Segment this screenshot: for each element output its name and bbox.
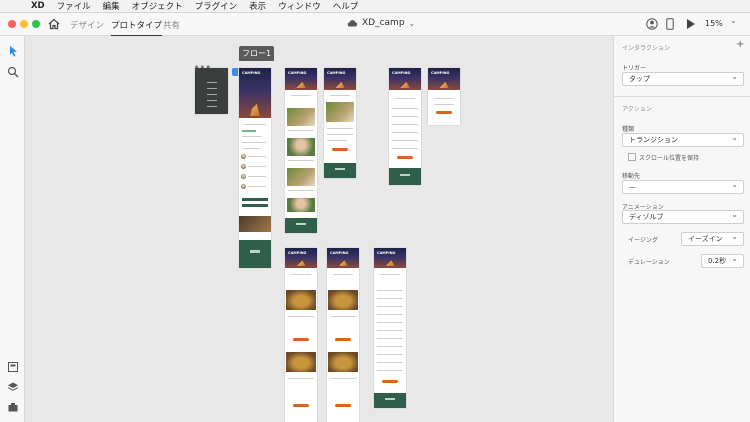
artboard-items-2[interactable]: CAMPING xyxy=(327,248,359,422)
menubar: XD ファイル 編集 オブジェクト プラグイン 表示 ウィンドウ ヘルプ xyxy=(0,0,750,13)
play-icon[interactable] xyxy=(686,18,696,30)
tab-share[interactable]: 共有 xyxy=(163,19,180,31)
trigger-select[interactable]: タップ xyxy=(622,71,744,86)
artboard-items-1[interactable]: CAMPING xyxy=(285,248,317,422)
divider xyxy=(614,96,750,97)
menu-edit[interactable]: 編集 xyxy=(103,0,120,12)
artboard-article[interactable]: CAMPING xyxy=(374,248,406,408)
menu-plugins[interactable]: プラグイン xyxy=(195,0,238,12)
artboard-thanks[interactable]: CAMPING xyxy=(428,68,460,125)
document-title-text: XD_camp xyxy=(362,18,405,28)
tool-rail xyxy=(0,36,25,422)
menu-window[interactable]: ウィンドウ xyxy=(278,0,321,12)
easing-label: イージング xyxy=(628,237,658,244)
user-icon[interactable] xyxy=(646,18,658,30)
preserve-scroll-label: スクロール位置を保持 xyxy=(639,155,700,162)
home-icon[interactable] xyxy=(48,18,60,30)
trigger-label: トリガー xyxy=(622,65,647,72)
animation-select[interactable]: ディゾルブ xyxy=(622,209,744,224)
zoom-level[interactable]: 15% xyxy=(705,19,723,28)
canvas[interactable]: ● ● ● xyxy=(25,36,613,422)
menu-help[interactable]: ヘルプ xyxy=(333,0,359,12)
menu-view[interactable]: 表示 xyxy=(249,0,266,12)
preserve-scroll-checkbox[interactable] xyxy=(628,153,636,161)
minimize-window-button[interactable] xyxy=(20,20,28,28)
artboard-menu[interactable] xyxy=(195,68,228,114)
zoom-tool-icon[interactable] xyxy=(7,66,19,78)
zoom-window-button[interactable] xyxy=(32,20,40,28)
menu-xd[interactable]: XD xyxy=(31,1,45,11)
add-interaction-icon[interactable]: + xyxy=(736,39,744,50)
device-preview-icon[interactable] xyxy=(666,18,674,30)
type-select[interactable]: トランジション xyxy=(622,132,744,147)
menu-object[interactable]: オブジェクト xyxy=(132,0,183,12)
chevron-down-icon[interactable]: ⌄ xyxy=(730,16,737,25)
document-title[interactable]: XD_camp ⌄ xyxy=(347,18,415,28)
artboard-list-1[interactable]: CAMPING xyxy=(285,68,317,233)
property-panel: インタラクション + トリガー タップ アクション 種類 トランジション スクロ… xyxy=(613,36,750,422)
action-title: アクション xyxy=(622,106,652,113)
chevron-down-icon: ⌄ xyxy=(408,18,416,28)
duration-label: デュレーション xyxy=(628,259,670,266)
cloud-icon xyxy=(347,20,358,27)
assets-icon[interactable] xyxy=(7,361,19,373)
interaction-title: インタラクション xyxy=(622,45,671,52)
flow-label[interactable]: フロー1 xyxy=(239,46,274,61)
app-toolbar: デザイン プロトタイプ 共有 XD_camp ⌄ 15% ⌄ xyxy=(0,13,750,37)
destination-select[interactable]: — xyxy=(622,179,744,194)
close-window-button[interactable] xyxy=(8,20,16,28)
artboard-home[interactable]: CAMPING xyxy=(239,68,271,268)
menu-file[interactable]: ファイル xyxy=(57,0,91,12)
tab-prototype[interactable]: プロトタイプ xyxy=(111,19,163,37)
easing-select[interactable]: イーズイン xyxy=(681,231,744,246)
flow-start-handle[interactable] xyxy=(232,68,238,76)
duration-select[interactable]: 0.2秒 xyxy=(701,253,744,268)
type-label: 種類 xyxy=(622,126,635,133)
artboard-form[interactable]: CAMPING xyxy=(389,68,421,185)
select-tool-icon[interactable] xyxy=(7,45,19,57)
tab-design[interactable]: デザイン xyxy=(70,19,104,31)
plugins-icon[interactable] xyxy=(7,401,19,413)
layers-icon[interactable] xyxy=(7,381,19,393)
artboard-list-2[interactable]: CAMPING xyxy=(324,68,356,178)
destination-label: 移動先 xyxy=(622,173,641,180)
